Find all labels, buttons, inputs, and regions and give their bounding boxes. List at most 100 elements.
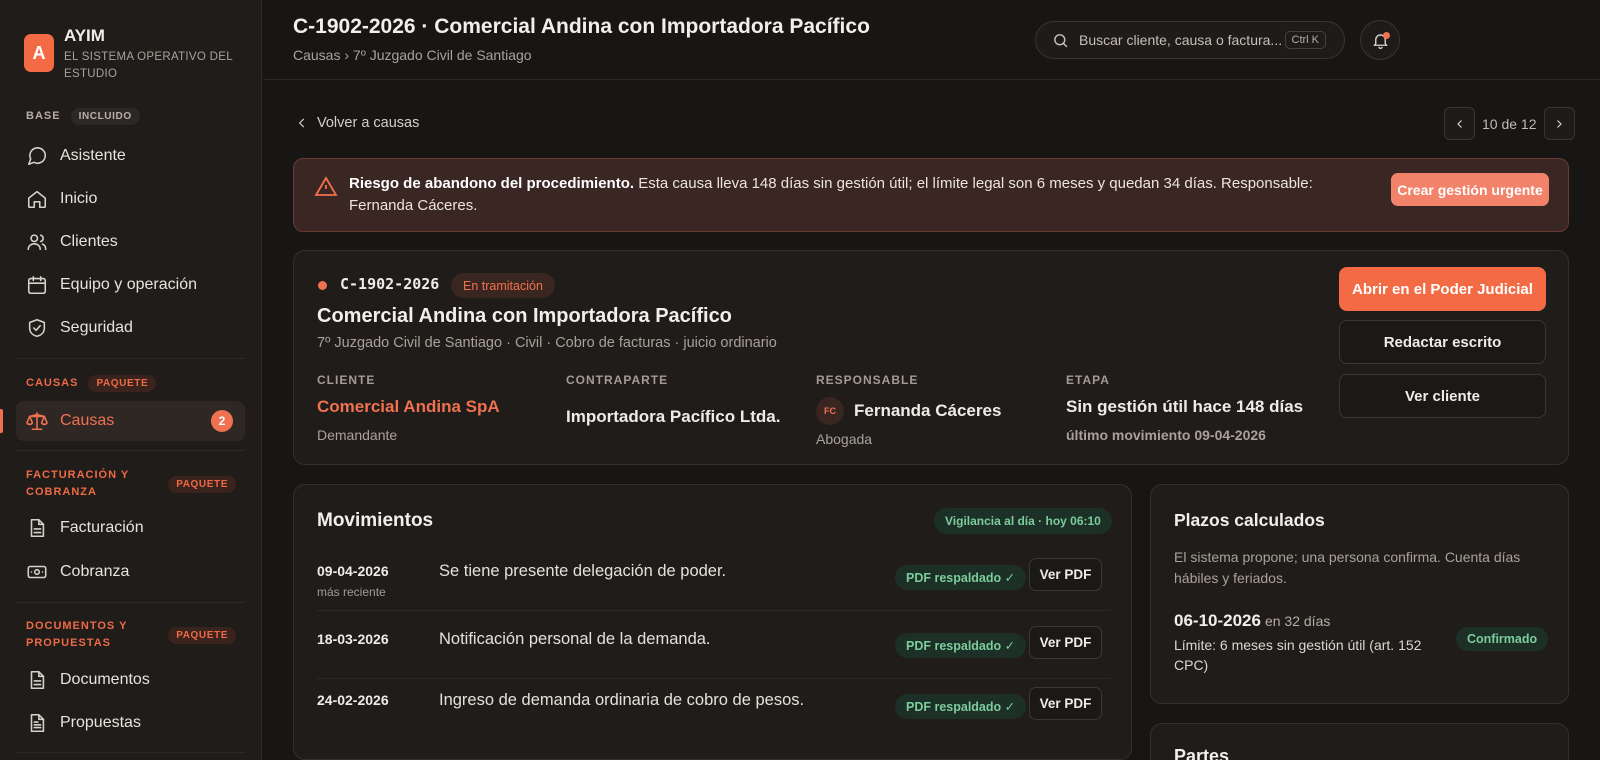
- sidebar-item-asistente[interactable]: Asistente: [16, 136, 245, 176]
- document-icon: [30, 518, 45, 538]
- section-causas: CAUSAS PAQUETE: [26, 375, 236, 392]
- create-urgent-button[interactable]: Crear gestión urgente: [1391, 173, 1549, 206]
- field-label: CONTRAPARTE: [566, 373, 669, 387]
- movement-row: 24-02-2026 Ingreso de demanda ordinaria …: [317, 680, 1110, 740]
- sidebar-divider: [16, 602, 245, 603]
- sidebar-item-seguridad[interactable]: Seguridad: [16, 308, 245, 348]
- section-facturacion: FACTURACIÓN Y COBRANZA PAQUETE: [26, 467, 236, 501]
- pager: 10 de 12: [1444, 107, 1575, 140]
- next-button[interactable]: [1543, 107, 1575, 140]
- deadlines-description: El sistema propone; una persona confirma…: [1174, 549, 1521, 586]
- field-responsible: RESPONSABLE FC Fernanda Cáceres Abogada: [816, 373, 1001, 447]
- status-badge: En tramitación: [451, 273, 555, 298]
- section-title: FACTURACIÓN Y COBRANZA: [26, 469, 130, 498]
- section-pill: PAQUETE: [168, 626, 236, 644]
- page-title: C-1902-2026 · Comercial Andina con Impor…: [293, 15, 870, 38]
- section-pill: PAQUETE: [88, 375, 157, 392]
- movement-row: 09-04-2026 más reciente Se tiene present…: [317, 551, 1110, 611]
- responsible-role: Abogada: [816, 431, 873, 447]
- field-label: CLIENTE: [317, 373, 376, 387]
- scale-icon: [26, 411, 48, 431]
- stage-value: Sin gestión útil hace 148 días: [1066, 397, 1304, 416]
- section-title: CAUSAS: [26, 377, 79, 389]
- search-shortcut: Ctrl K: [1284, 31, 1326, 49]
- client-role: Demandante: [317, 427, 398, 443]
- pdf-status-badge: PDF respaldado ✓: [895, 633, 1027, 658]
- sidebar-item-causas[interactable]: Causas 2: [16, 401, 245, 441]
- breadcrumb[interactable]: Causas › 7º Juzgado Civil de Santiago: [293, 47, 532, 63]
- search-placeholder: Buscar cliente, causa o factura...: [1079, 32, 1283, 48]
- sidebar-item-label: Cobranza: [60, 563, 130, 580]
- sidebar-divider: [16, 450, 245, 451]
- brand-tagline: EL SISTEMA OPERATIVO DEL ESTUDIO: [64, 51, 233, 80]
- pdf-status-badge: PDF respaldado ✓: [895, 694, 1027, 719]
- back-link[interactable]: Volver a causas: [295, 115, 419, 131]
- counterparty-value: Importadora Pacífico Ltda.: [566, 407, 781, 426]
- search-icon: [1054, 33, 1068, 47]
- sidebar-item-cobranza[interactable]: Cobranza: [16, 552, 245, 592]
- parties-title: Partes: [1174, 746, 1230, 760]
- sidebar: A AYIM EL SISTEMA OPERATIVO DEL ESTUDIO …: [0, 0, 262, 760]
- chat-bubble-icon: [27, 147, 47, 166]
- section-pill: INCLUIDO: [70, 108, 140, 125]
- home-icon: [27, 190, 47, 209]
- notifications-button[interactable]: [1360, 20, 1400, 60]
- responsible-name: Fernanda Cáceres: [854, 401, 1002, 420]
- sidebar-item-label: Seguridad: [60, 319, 133, 336]
- sidebar-item-label: Facturación: [60, 519, 144, 536]
- top-header: C-1902-2026 · Comercial Andina con Impor…: [263, 0, 1600, 80]
- sidebar-item-label: Inicio: [60, 190, 98, 207]
- sidebar-item-facturacion[interactable]: Facturación: [16, 508, 245, 548]
- sidebar-item-inicio[interactable]: Inicio: [16, 179, 245, 219]
- notification-dot: [1383, 32, 1390, 39]
- sidebar-item-documentos[interactable]: Documentos: [16, 660, 245, 700]
- deadlines-card: Plazos calculados El sistema propone; un…: [1150, 484, 1569, 704]
- view-pdf-button[interactable]: Ver PDF: [1029, 558, 1102, 591]
- section-base: BASE INCLUIDO: [26, 108, 236, 125]
- active-indicator: [0, 409, 3, 433]
- field-label: ETAPA: [1066, 373, 1110, 387]
- sidebar-item-equipo[interactable]: Equipo y operación: [16, 265, 245, 305]
- movements-card: Movimientos Vigilancia al día · hoy 06:1…: [293, 484, 1132, 760]
- parties-card: Partes: [1150, 723, 1569, 760]
- movements-title: Movimientos: [317, 510, 434, 531]
- movement-date: 24-02-2026: [317, 692, 389, 708]
- status-dot: [318, 281, 327, 290]
- alert-title: Riesgo de abandono del procedimiento.: [349, 175, 635, 192]
- warning-icon: [314, 176, 338, 196]
- search-input[interactable]: Buscar cliente, causa o factura... Ctrl …: [1035, 21, 1345, 59]
- brand[interactable]: A AYIM EL SISTEMA OPERATIVO DEL ESTUDIO: [24, 26, 239, 83]
- case-title: Comercial Andina con Importadora Pacífic…: [317, 305, 732, 327]
- sidebar-item-propuestas[interactable]: Propuestas: [16, 703, 245, 743]
- view-pdf-button[interactable]: Ver PDF: [1029, 687, 1102, 720]
- section-pill: PAQUETE: [168, 475, 236, 493]
- field-client: CLIENTE Comercial Andina SpA Demandante: [317, 373, 500, 443]
- sidebar-divider: [16, 358, 245, 359]
- confirmed-badge: Confirmado: [1456, 627, 1549, 651]
- stage-note: último movimiento 09-04-2026: [1066, 427, 1266, 443]
- chevron-right-icon: [1557, 119, 1562, 128]
- avatar: FC: [816, 397, 844, 425]
- pager-text: 10 de 12: [1482, 115, 1537, 132]
- movement-row: 18-03-2026 Notificación personal de la d…: [317, 619, 1110, 679]
- prev-button[interactable]: [1444, 107, 1475, 140]
- document-lines-icon: [30, 713, 45, 733]
- movement-description: Ingreso de demanda ordinaria de cobro de…: [439, 691, 805, 709]
- field-label: RESPONSABLE: [816, 373, 919, 387]
- field-stage: ETAPA Sin gestión útil hace 148 días últ…: [1066, 373, 1303, 443]
- client-link[interactable]: Comercial Andina SpA: [317, 397, 500, 417]
- view-client-button[interactable]: Ver cliente: [1339, 374, 1546, 418]
- sidebar-item-label: Causas: [60, 412, 115, 429]
- sidebar-item-label: Clientes: [60, 233, 118, 250]
- sidebar-item-label: Equipo y operación: [60, 276, 197, 293]
- chevron-left-icon: [1456, 119, 1462, 128]
- draft-brief-button[interactable]: Redactar escrito: [1339, 320, 1546, 364]
- deadline-relative: en 32 días: [1264, 613, 1331, 629]
- sidebar-item-label: Documentos: [60, 671, 150, 688]
- sidebar-item-clientes[interactable]: Clientes: [16, 222, 245, 262]
- alert-text: Riesgo de abandono del procedimiento. Es…: [349, 173, 1349, 217]
- view-pdf-button[interactable]: Ver PDF: [1029, 626, 1102, 659]
- calendar-icon: [27, 275, 47, 295]
- open-judicial-button[interactable]: Abrir en el Poder Judicial: [1339, 267, 1546, 311]
- deadline-date: 06-10-2026 en 32 días: [1174, 611, 1330, 631]
